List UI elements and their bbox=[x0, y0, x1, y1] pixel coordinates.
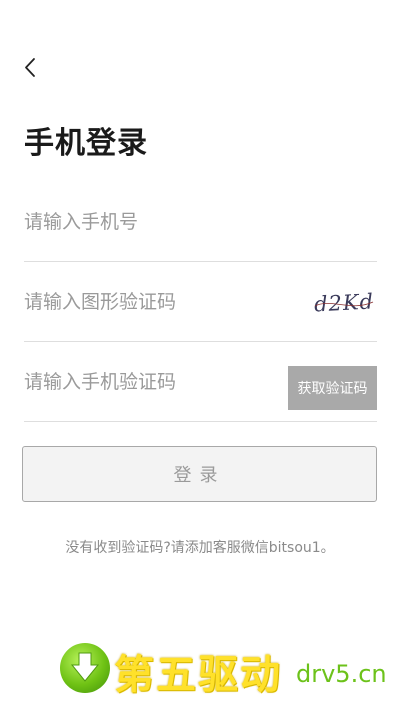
download-arrow-icon bbox=[60, 643, 110, 693]
back-button[interactable] bbox=[18, 52, 46, 84]
page-title: 手机登录 bbox=[24, 126, 148, 161]
captcha-field: d2Kd bbox=[24, 262, 377, 342]
captcha-image[interactable]: d2Kd bbox=[311, 284, 377, 320]
get-sms-code-button[interactable]: 获取验证码 bbox=[288, 366, 377, 410]
captcha-input[interactable] bbox=[24, 262, 279, 341]
watermark-domain: drv5.cn bbox=[296, 660, 387, 688]
sms-code-field: 获取验证码 bbox=[24, 342, 377, 422]
watermark: 第五驱动 drv5.cn bbox=[60, 640, 390, 700]
captcha-image-text: d2Kd bbox=[313, 289, 374, 316]
chevron-left-icon bbox=[25, 58, 35, 77]
phone-input[interactable] bbox=[24, 182, 377, 261]
phone-field bbox=[24, 182, 377, 262]
help-text: 没有收到验证码?请添加客服微信bitsou1。 bbox=[65, 540, 335, 556]
sms-code-input[interactable] bbox=[24, 342, 279, 421]
login-button[interactable]: 登录 bbox=[22, 446, 377, 502]
watermark-title: 第五驱动 bbox=[114, 652, 282, 698]
